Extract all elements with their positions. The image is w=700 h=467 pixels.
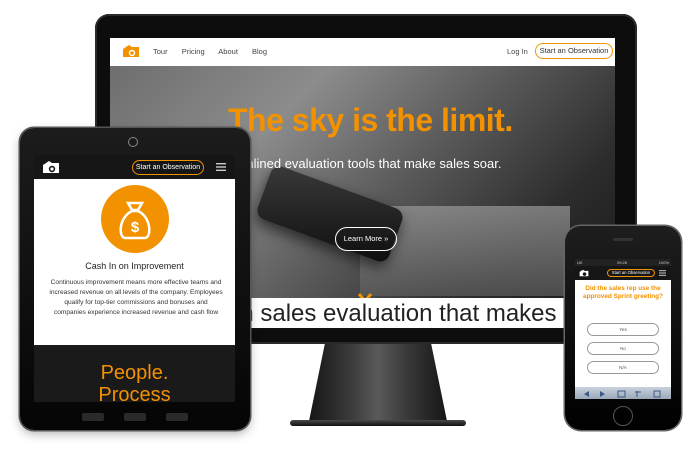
carrier-label: UK (577, 260, 583, 265)
tablet-camera (128, 137, 138, 147)
start-observation-button[interactable]: Start an Observation (132, 160, 204, 175)
tagline-text: en sales evaluation that makes (227, 300, 557, 327)
tablet-big-heading: People. Process (34, 362, 235, 402)
big-text-line-2: Process (98, 384, 171, 402)
tablet-navbar: Start an Observation (34, 155, 235, 179)
phone-home-button[interactable] (613, 406, 633, 426)
desktop-nav-links: Tour Pricing About Blog (153, 47, 279, 56)
camera-logo-icon[interactable] (120, 42, 142, 60)
desktop-navbar: Tour Pricing About Blog Log In Start an … (110, 38, 615, 66)
bookmarks-icon[interactable] (635, 391, 641, 397)
phone-device: UK 09:28 100% Start an Observation Did t… (565, 226, 681, 430)
section-body: Continuous improvement means more effect… (49, 279, 223, 316)
monitor-base (290, 420, 466, 426)
forward-icon[interactable] (600, 391, 605, 397)
browser-toolbar (575, 387, 671, 399)
answer-option-yes[interactable]: Yes (587, 323, 659, 336)
phone-screen: UK 09:28 100% Start an Observation Did t… (575, 259, 671, 399)
answer-option-na[interactable]: N/A (587, 361, 659, 374)
nav-link-pricing[interactable]: Pricing (182, 47, 205, 56)
login-link[interactable]: Log In (507, 47, 528, 56)
evaluation-question: Did the sales rep use the approved Sprin… (583, 285, 663, 300)
back-icon[interactable] (584, 391, 589, 397)
share-icon[interactable] (617, 390, 626, 398)
section-heading: Cash In on Improvement (85, 261, 184, 271)
hero-subtitle: reamlined evaluation tools that make sal… (224, 156, 502, 171)
answer-option-no[interactable]: No (587, 342, 659, 355)
clock-label: 09:28 (617, 260, 628, 265)
phone-navbar: Start an Observation (575, 266, 671, 280)
nav-link-about[interactable]: About (218, 47, 238, 56)
hamburger-menu-icon[interactable] (659, 270, 666, 276)
camera-logo-icon[interactable] (578, 268, 590, 278)
battery-label: 100% (658, 260, 669, 265)
money-bag-icon: $ (101, 185, 169, 253)
start-observation-button[interactable]: Start an Observation (535, 43, 613, 59)
device-showcase: Tour Pricing About Blog Log In Start an … (0, 0, 700, 467)
tablet-bottom-bezel (82, 413, 188, 421)
nav-link-blog[interactable]: Blog (252, 47, 267, 56)
start-observation-button[interactable]: Start an Observation (607, 269, 655, 277)
learn-more-button[interactable]: Learn More » (335, 227, 397, 251)
tablet-screen: Start an Observation $ Cash In on Improv… (34, 155, 235, 402)
tabs-icon[interactable] (653, 390, 661, 398)
phone-speaker (613, 238, 633, 241)
phone-status-bar: UK 09:28 100% (575, 259, 671, 266)
hero-title: The sky is the limit. (228, 102, 513, 138)
camera-logo-icon[interactable] (40, 158, 62, 176)
hamburger-menu-icon[interactable] (216, 163, 226, 171)
nav-link-tour[interactable]: Tour (153, 47, 168, 56)
big-text-line-1: People. (100, 362, 169, 384)
monitor-stand (308, 344, 448, 426)
svg-text:$: $ (131, 219, 140, 236)
